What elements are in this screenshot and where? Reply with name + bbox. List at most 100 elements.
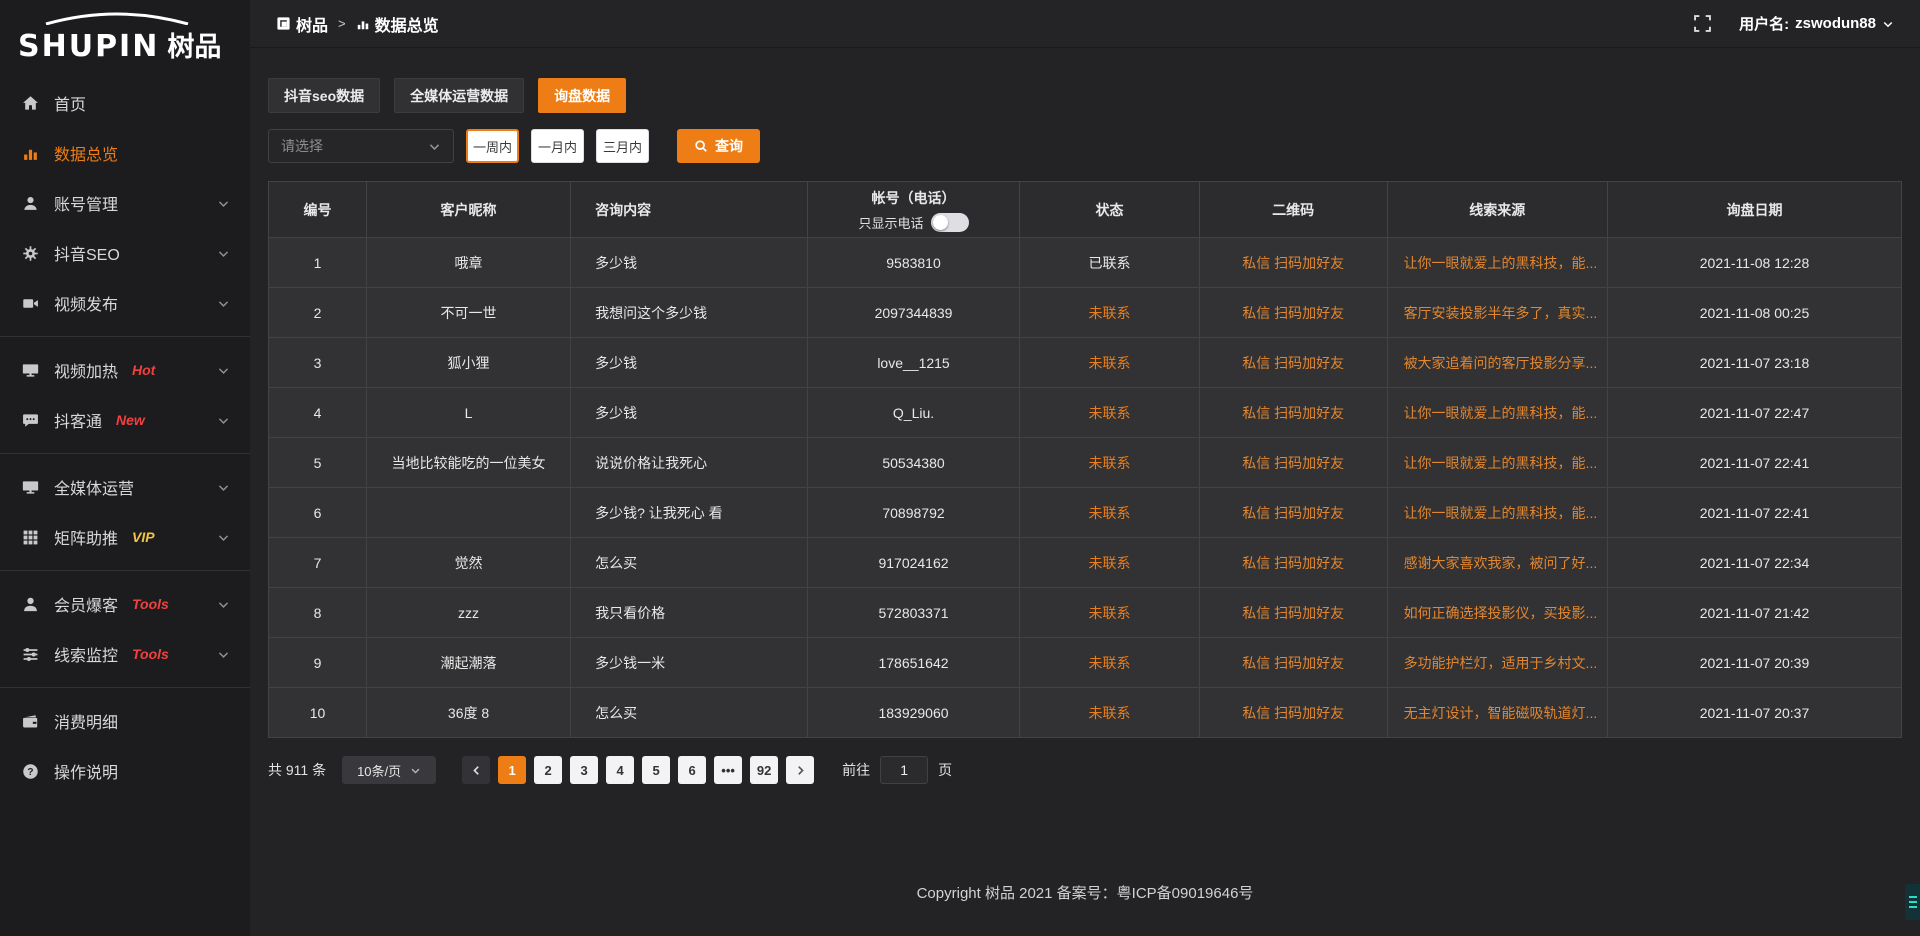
- sidebar-item-label: 线索监控: [54, 642, 118, 666]
- sidebar-item-chat[interactable]: 抖客通New: [0, 395, 250, 445]
- bar-chart-icon: [356, 17, 370, 31]
- floating-widget[interactable]: [1905, 884, 1920, 920]
- cell-date: 2021-11-07 20:39: [1608, 638, 1902, 688]
- source-link[interactable]: 如何正确选择投影仪，买投影...: [1404, 605, 1598, 621]
- goto-page-input[interactable]: [880, 756, 928, 784]
- tab-1[interactable]: 全媒体运营数据: [394, 78, 524, 113]
- filter-select[interactable]: 请选择: [268, 129, 454, 163]
- dm-link[interactable]: 私信: [1242, 505, 1270, 521]
- chat-icon: [20, 412, 40, 429]
- tab-0[interactable]: 抖音seo数据: [268, 78, 380, 113]
- scan-add-friend-link[interactable]: 扫码加好友: [1274, 505, 1344, 521]
- scan-add-friend-link[interactable]: 扫码加好友: [1274, 355, 1344, 371]
- table-header-row: 编号客户昵称咨询内容帐号（电话）只显示电话状态二维码线索来源询盘日期: [269, 182, 1902, 238]
- table-row: 6多少钱? 让我死心 看70898792未联系私信 扫码加好友让你一眼就爱上的黑…: [269, 488, 1902, 538]
- cell-status: 未联系: [1020, 538, 1200, 588]
- cell-source: 让你一眼就爱上的黑科技，能...: [1387, 438, 1607, 488]
- col-7: 询盘日期: [1608, 182, 1902, 238]
- page-button-5[interactable]: 5: [642, 756, 670, 784]
- dm-link[interactable]: 私信: [1242, 355, 1270, 371]
- sidebar-item-label: 抖音SEO: [54, 241, 120, 265]
- source-link[interactable]: 让你一眼就爱上的黑科技，能...: [1404, 255, 1598, 271]
- sidebar-item-label: 账号管理: [54, 191, 118, 215]
- scan-add-friend-link[interactable]: 扫码加好友: [1274, 555, 1344, 571]
- page-ellipsis-button[interactable]: •••: [714, 756, 742, 784]
- screen-icon: [20, 362, 40, 379]
- scan-add-friend-link[interactable]: 扫码加好友: [1274, 705, 1344, 721]
- cell-nickname: 不可一世: [366, 288, 570, 338]
- sidebar-item-screen[interactable]: 视频加热Hot: [0, 345, 250, 395]
- cell-content: 怎么买: [571, 688, 808, 738]
- page-button-1[interactable]: 1: [498, 756, 526, 784]
- brand-name-cn: 树品: [167, 25, 221, 64]
- source-link[interactable]: 客厅安装投影半年多了，真实...: [1404, 305, 1598, 321]
- breadcrumb-current[interactable]: 数据总览: [356, 12, 439, 36]
- scan-add-friend-link[interactable]: 扫码加好友: [1274, 655, 1344, 671]
- page-button-3[interactable]: 3: [570, 756, 598, 784]
- dm-link[interactable]: 私信: [1242, 455, 1270, 471]
- scan-add-friend-link[interactable]: 扫码加好友: [1274, 455, 1344, 471]
- scan-add-friend-link[interactable]: 扫码加好友: [1274, 405, 1344, 421]
- cell-date: 2021-11-07 22:41: [1608, 488, 1902, 538]
- logo: SHUPIN 树品: [0, 6, 250, 78]
- chevron-down-icon: [217, 197, 230, 210]
- source-link[interactable]: 让你一眼就爱上的黑科技，能...: [1404, 505, 1598, 521]
- dm-link[interactable]: 私信: [1242, 705, 1270, 721]
- user-menu[interactable]: 用户名: zswodun88: [1739, 13, 1894, 34]
- next-page-button[interactable]: [786, 756, 814, 784]
- page-button-2[interactable]: 2: [534, 756, 562, 784]
- source-link[interactable]: 让你一眼就爱上的黑科技，能...: [1404, 455, 1598, 471]
- filter-select-placeholder: 请选择: [281, 136, 323, 156]
- cell-source: 如何正确选择投影仪，买投影...: [1387, 588, 1607, 638]
- page-size-select[interactable]: 10条/页: [342, 756, 436, 784]
- sidebar-item-wallet[interactable]: 消费明细: [0, 696, 250, 746]
- sidebar-item-grid[interactable]: 矩阵助推VIP: [0, 512, 250, 562]
- dm-link[interactable]: 私信: [1242, 655, 1270, 671]
- source-link[interactable]: 让你一眼就爱上的黑科技，能...: [1404, 405, 1598, 421]
- range-button-2[interactable]: 三月内: [596, 129, 649, 163]
- source-link[interactable]: 被大家追着问的客厅投影分享...: [1404, 355, 1598, 371]
- query-button[interactable]: 查询: [677, 129, 760, 163]
- page-button-4[interactable]: 4: [606, 756, 634, 784]
- range-button-1[interactable]: 一月内: [531, 129, 584, 163]
- cell-content: 多少钱一米: [571, 638, 808, 688]
- sidebar-item-user[interactable]: 账号管理: [0, 178, 250, 228]
- phone-only-label: 只显示电话: [859, 213, 924, 232]
- dm-link[interactable]: 私信: [1242, 405, 1270, 421]
- page-button-92[interactable]: 92: [750, 756, 778, 784]
- scan-add-friend-link[interactable]: 扫码加好友: [1274, 255, 1344, 271]
- scan-add-friend-link[interactable]: 扫码加好友: [1274, 305, 1344, 321]
- sidebar-item-home[interactable]: 首页: [0, 78, 250, 128]
- cell-account: 2097344839: [807, 288, 1019, 338]
- sidebar-item-gear[interactable]: 抖音SEO: [0, 228, 250, 278]
- sidebar-item-help[interactable]: ?操作说明: [0, 746, 250, 796]
- pagination: 共 911 条 10条/页 123456•••92 前往 页: [268, 756, 1902, 784]
- cell-status: 已联系: [1020, 238, 1200, 288]
- dm-link[interactable]: 私信: [1242, 555, 1270, 571]
- sidebar-item-person[interactable]: 会员爆客Tools: [0, 579, 250, 629]
- page-button-6[interactable]: 6: [678, 756, 706, 784]
- sidebar-item-sliders[interactable]: 线索监控Tools: [0, 629, 250, 679]
- cell-content: 多少钱: [571, 388, 808, 438]
- cell-qr: 私信 扫码加好友: [1199, 338, 1387, 388]
- range-button-0[interactable]: 一周内: [466, 129, 519, 163]
- cell-status: 未联系: [1020, 338, 1200, 388]
- tab-2[interactable]: 询盘数据: [538, 78, 626, 113]
- source-link[interactable]: 感谢大家喜欢我家，被问了好...: [1404, 555, 1598, 571]
- breadcrumb-root[interactable]: 树品: [276, 12, 328, 36]
- phone-only-toggle[interactable]: [931, 213, 969, 232]
- dm-link[interactable]: 私信: [1242, 305, 1270, 321]
- cell-id: 1: [269, 238, 367, 288]
- fullscreen-icon[interactable]: [1694, 15, 1711, 32]
- scan-add-friend-link[interactable]: 扫码加好友: [1274, 605, 1344, 621]
- source-link[interactable]: 多功能护栏灯，适用于乡村文...: [1404, 655, 1598, 671]
- prev-page-button[interactable]: [462, 756, 490, 784]
- dm-link[interactable]: 私信: [1242, 255, 1270, 271]
- cell-account: Q_Liu.: [807, 388, 1019, 438]
- dm-link[interactable]: 私信: [1242, 605, 1270, 621]
- sidebar-item-monitor[interactable]: 全媒体运营: [0, 462, 250, 512]
- sidebar-item-bar-chart[interactable]: 数据总览: [0, 128, 250, 178]
- sidebar-item-video[interactable]: 视频发布: [0, 278, 250, 328]
- bar-chart-icon: [20, 145, 40, 162]
- source-link[interactable]: 无主灯设计，智能磁吸轨道灯...: [1404, 705, 1598, 721]
